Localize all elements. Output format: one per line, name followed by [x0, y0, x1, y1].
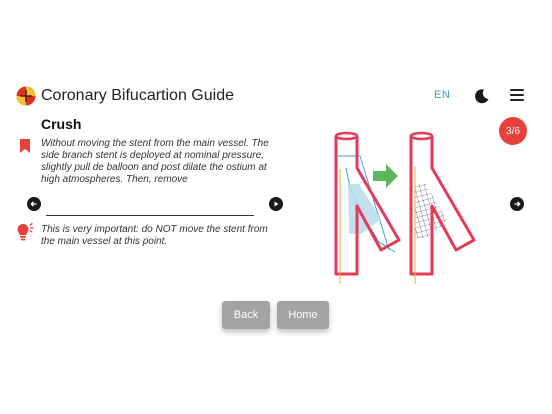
arrow-left-icon	[30, 201, 37, 207]
home-button[interactable]: Home	[277, 301, 329, 329]
hamburger-menu-icon[interactable]	[510, 89, 524, 101]
back-button[interactable]: Back	[222, 301, 270, 329]
lightbulb-icon	[17, 222, 34, 241]
app-title: Coronary Bifucartion Guide	[41, 87, 234, 104]
next-step-button[interactable]	[510, 197, 524, 211]
moon-icon[interactable]	[474, 88, 490, 104]
text-previous-button[interactable]	[27, 197, 41, 211]
step-description-scroll[interactable]: Without moving the stent from the main v…	[41, 138, 271, 185]
bookmark-icon[interactable]	[20, 139, 30, 153]
divider	[46, 215, 254, 216]
arrow-right-green-icon	[373, 164, 398, 188]
language-selector[interactable]: EN	[434, 89, 450, 101]
important-note: This is very important: do NOT move the …	[41, 224, 268, 247]
play-icon	[274, 201, 279, 207]
vessel-after	[409, 131, 476, 284]
step-progress-badge: 3/6	[499, 117, 527, 145]
vessel-before	[334, 131, 401, 284]
text-play-button[interactable]	[269, 197, 283, 211]
app-logo	[16, 86, 36, 106]
app-header: Coronary Bifucartion Guide EN	[16, 86, 536, 108]
step-description: Without moving the stent from the main v…	[41, 138, 269, 185]
step-title: Crush	[41, 116, 82, 132]
arrow-right-icon	[514, 201, 521, 207]
bifurcation-stent-illustration	[334, 131, 476, 284]
